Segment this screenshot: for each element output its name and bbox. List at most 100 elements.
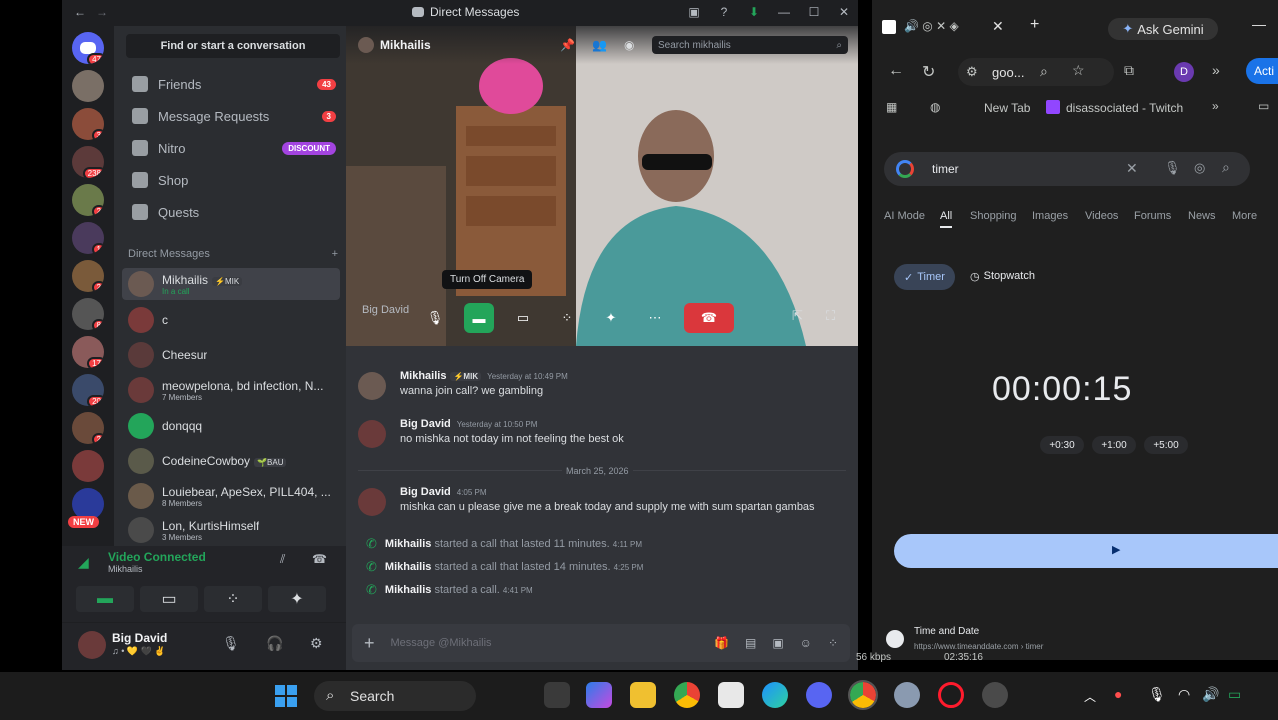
- search-input[interactable]: Search mikhailis ⌕: [652, 36, 848, 54]
- tray-app-icon[interactable]: ●: [1114, 686, 1122, 702]
- attach-plus-icon[interactable]: +: [364, 633, 375, 654]
- activities-button[interactable]: ⁘: [204, 586, 262, 612]
- stopwatch-tab[interactable]: ◷ Stopwatch: [970, 270, 1035, 283]
- help-icon[interactable]: ?: [716, 4, 732, 20]
- nav-nitro[interactable]: Nitro DISCOUNT: [126, 134, 344, 162]
- discord-taskbar-icon[interactable]: [806, 682, 832, 708]
- server-icon[interactable]: 2: [72, 184, 104, 216]
- nav-message-requests[interactable]: Message Requests 3: [126, 102, 344, 130]
- task-view-icon[interactable]: [544, 682, 570, 708]
- minimize-icon[interactable]: —: [776, 4, 792, 20]
- add-dm-icon[interactable]: +: [332, 248, 338, 260]
- soundboard-button[interactable]: ✦: [268, 586, 326, 612]
- tab-all[interactable]: All: [940, 210, 953, 228]
- tab-videos[interactable]: Videos: [1085, 210, 1118, 222]
- lens-icon[interactable]: ◎: [1194, 160, 1205, 176]
- more-chevron-icon[interactable]: »: [1212, 62, 1220, 78]
- action-button[interactable]: Acti: [1246, 58, 1278, 84]
- store-icon[interactable]: [718, 682, 744, 708]
- avatar[interactable]: [358, 372, 386, 400]
- globe-icon[interactable]: ◍: [930, 100, 940, 114]
- tab-icons[interactable]: 🔊 ◎ ✕ ◈: [904, 19, 959, 33]
- settings-icon[interactable]: [894, 682, 920, 708]
- profile-icon[interactable]: ◉: [624, 38, 634, 52]
- pin-icon[interactable]: 📌: [560, 38, 575, 52]
- add-1m-button[interactable]: +1:00: [1092, 436, 1136, 454]
- timer-tab[interactable]: ✓ Timer: [894, 264, 955, 290]
- screenshare-button[interactable]: ▭: [140, 586, 198, 612]
- download-icon[interactable]: ⬇: [746, 4, 762, 20]
- new-badge[interactable]: NEW: [68, 516, 99, 528]
- home-button[interactable]: 47: [72, 32, 104, 64]
- tray-chevron-icon[interactable]: ︿: [1084, 688, 1096, 705]
- gif-icon[interactable]: ▤: [745, 636, 756, 650]
- back-arrow-icon[interactable]: ←: [74, 5, 86, 19]
- amazon-tab-icon[interactable]: [882, 20, 896, 34]
- chrome-active-icon[interactable]: [848, 680, 878, 710]
- add-friends-icon[interactable]: 👥: [592, 38, 607, 52]
- server-icon[interactable]: 2: [72, 260, 104, 292]
- bookmark-new-tab[interactable]: New Tab: [984, 101, 1030, 115]
- tab-shopping[interactable]: Shopping: [970, 210, 1017, 222]
- taskbar-search[interactable]: ⌕ Search: [314, 681, 476, 711]
- edge-icon[interactable]: [762, 682, 788, 708]
- add-30s-button[interactable]: +0:30: [1040, 436, 1084, 454]
- microphone-icon[interactable]: 🎙: [222, 635, 240, 652]
- mute-button[interactable]: 🎙: [420, 303, 450, 333]
- activities-button[interactable]: ⁘: [552, 303, 582, 333]
- address-bar[interactable]: goo...: [958, 58, 1114, 86]
- server-icon[interactable]: 17: [72, 336, 104, 368]
- dm-item[interactable]: Mikhailis ⚡MIK In a call: [122, 268, 340, 300]
- tab-forums[interactable]: Forums: [1134, 210, 1171, 222]
- wifi-icon[interactable]: ◠: [1178, 686, 1190, 703]
- close-tab-icon[interactable]: ✕: [992, 18, 1004, 35]
- dm-item[interactable]: Cheesur: [122, 339, 340, 371]
- server-icon[interactable]: [72, 450, 104, 482]
- server-icon[interactable]: 20: [72, 374, 104, 406]
- volume-icon[interactable]: 🔊: [1202, 686, 1219, 703]
- new-tab-icon[interactable]: +: [1030, 16, 1039, 34]
- dm-item[interactable]: meowpelona, bd infection, N... 7 Members: [122, 374, 340, 406]
- dm-item[interactable]: c: [122, 304, 340, 336]
- emoji-icon[interactable]: ☺: [800, 636, 812, 650]
- bookmark-star-icon[interactable]: ☆: [1072, 62, 1085, 79]
- server-icon[interactable]: [72, 70, 104, 102]
- share-screen-button[interactable]: ▭: [508, 303, 538, 333]
- server-icon[interactable]: 238: [72, 146, 104, 178]
- result-title[interactable]: Time and Date: [914, 626, 979, 637]
- file-explorer-icon[interactable]: [630, 682, 656, 708]
- ask-gemini-button[interactable]: ✦ Ask Gemini: [1108, 18, 1218, 40]
- camera-button[interactable]: ▬: [76, 586, 134, 612]
- maximize-icon[interactable]: ☐: [806, 4, 822, 20]
- server-icon[interactable]: 3: [72, 108, 104, 140]
- dm-item[interactable]: donqqq: [122, 410, 340, 442]
- dm-item[interactable]: CodeineCowboy 🌱BAU: [122, 445, 340, 477]
- tab-news[interactable]: News: [1188, 210, 1216, 222]
- user-avatar[interactable]: [78, 631, 106, 659]
- close-icon[interactable]: ✕: [836, 4, 852, 20]
- opera-icon[interactable]: [938, 682, 964, 708]
- tab-images[interactable]: Images: [1032, 210, 1068, 222]
- soundboard-button[interactable]: ✦: [596, 303, 626, 333]
- signal-icon[interactable]: ◢: [78, 554, 89, 571]
- windows-start-icon[interactable]: [274, 684, 298, 708]
- copilot-icon[interactable]: [586, 682, 612, 708]
- chrome-icon[interactable]: [674, 682, 700, 708]
- end-call-button[interactable]: ☎: [684, 303, 734, 333]
- nav-quests[interactable]: Quests: [126, 198, 344, 226]
- nav-friends[interactable]: Friends 43: [126, 70, 344, 98]
- avatar[interactable]: [358, 488, 386, 516]
- profile-avatar-icon[interactable]: D: [1174, 62, 1194, 82]
- sticker-icon[interactable]: ▣: [772, 636, 783, 650]
- apps-grid-icon[interactable]: ▦: [886, 100, 897, 114]
- bookmarks-more-icon[interactable]: »: [1212, 99, 1219, 113]
- disconnect-icon[interactable]: ☎: [312, 552, 327, 566]
- fullscreen-icon[interactable]: ⛶: [826, 308, 835, 324]
- apps-icon[interactable]: ⁘: [828, 636, 838, 650]
- timer-start-button[interactable]: ▶: [894, 534, 1278, 568]
- app-icon[interactable]: [982, 682, 1008, 708]
- search-icon[interactable]: ⌕: [1222, 159, 1230, 176]
- google-search-box[interactable]: timer ✕ 🎙 ◎ ⌕: [884, 152, 1250, 186]
- folder-icon[interactable]: ▭: [1258, 99, 1269, 113]
- back-icon[interactable]: ←: [888, 62, 904, 80]
